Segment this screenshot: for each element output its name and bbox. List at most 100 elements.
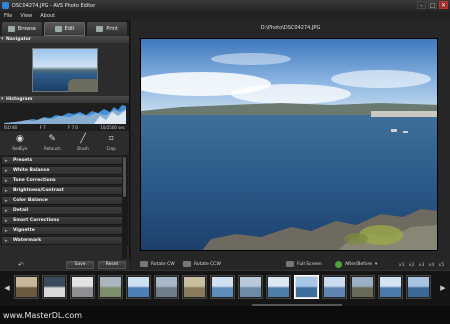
strip-right-arrow-icon[interactable]: ▶ xyxy=(439,284,447,292)
thumbnail-image xyxy=(16,277,37,297)
photo-image xyxy=(141,39,437,250)
effect-watermark[interactable]: Watermark xyxy=(1,236,128,245)
histogram-header[interactable]: Histogram xyxy=(0,96,129,103)
tool-redeye[interactable]: ◉ RedEye xyxy=(12,134,28,152)
filmstrip-thumbnail[interactable] xyxy=(154,275,179,299)
tool-brush-label: Brush xyxy=(77,146,89,151)
photo-canvas[interactable] xyxy=(140,38,438,251)
filmstrip-thumbnail[interactable] xyxy=(98,275,123,299)
rotate-cw-button[interactable]: Rotate CW xyxy=(140,261,175,267)
thumbnail-image xyxy=(268,277,289,297)
tab-edit-label: Edit xyxy=(64,26,75,32)
thumbnail-image xyxy=(100,277,121,297)
minimize-button[interactable]: – xyxy=(417,1,426,9)
save-button[interactable]: Save xyxy=(66,260,94,269)
reset-button[interactable]: Reset xyxy=(98,260,126,269)
maximize-button[interactable]: □ xyxy=(428,1,437,9)
left-bottom-bar: ↶ Save Reset xyxy=(0,259,130,270)
menu-view[interactable]: View xyxy=(20,13,32,19)
zoom-5[interactable]: ×5 xyxy=(438,262,444,267)
filmstrip-thumbnail[interactable] xyxy=(210,275,235,299)
zoom-controls: ×1 ×2 ×3 ×4 ×5 xyxy=(398,262,444,267)
menu-file[interactable]: File xyxy=(4,13,12,19)
tool-brush[interactable]: ╱ Brush xyxy=(77,135,89,152)
strip-left-arrow-icon[interactable]: ◀ xyxy=(3,284,11,292)
thumbnail-image xyxy=(212,277,233,297)
tool-crop[interactable]: ⌗ Crop xyxy=(106,134,117,152)
exif-aperture: F 7.0 xyxy=(68,125,78,130)
exif-focal: F 7 xyxy=(39,125,46,130)
thumbnail-image xyxy=(128,277,149,297)
mode-tabs: Browse Edit Print xyxy=(0,20,129,36)
menu-about[interactable]: About xyxy=(40,13,55,19)
after-before-icon xyxy=(335,260,342,268)
tool-redeye-label: RedEye xyxy=(12,146,28,151)
menu-bar: File View About xyxy=(0,11,450,20)
tools-bar: ◉ RedEye ✎ Retouch ╱ Brush ⌗ Crop xyxy=(0,131,129,155)
tab-browse[interactable]: Browse xyxy=(2,22,42,36)
thumbnail-image xyxy=(240,277,261,297)
window-title: DSC04274.JPG - AVS Photo Editor xyxy=(12,2,96,9)
tool-crop-label: Crop xyxy=(106,146,116,151)
filmstrip-thumbnail[interactable] xyxy=(294,275,319,299)
edit-icon xyxy=(54,26,62,32)
after-before-label: After/Before xyxy=(345,261,373,267)
zoom-4[interactable]: ×4 xyxy=(428,262,434,267)
filmstrip-thumbnail[interactable] xyxy=(406,275,431,299)
filmstrip-thumbnail[interactable] xyxy=(42,275,67,299)
effect-detail[interactable]: Detail xyxy=(1,206,128,215)
main-viewport: D:\Photo\DSC04274.JPG Rotate CW Rotate C… xyxy=(131,20,450,270)
zoom-1[interactable]: ×1 xyxy=(398,262,404,267)
thumbnail-image xyxy=(408,277,429,297)
effect-smart-corrections[interactable]: Smart Corrections xyxy=(1,216,128,225)
view-toolbar: Rotate CW Rotate CCW Full Screen After/B… xyxy=(131,258,450,270)
filmstrip-thumbnail[interactable] xyxy=(350,275,375,299)
thumbnail-image xyxy=(184,277,205,297)
filmstrip-thumbnail[interactable] xyxy=(126,275,151,299)
rotate-cw-icon xyxy=(140,261,148,267)
rotate-ccw-button[interactable]: Rotate CCW xyxy=(183,261,221,267)
tool-retouch-label: Retouch xyxy=(44,146,61,151)
chevron-down-icon: ▾ xyxy=(375,261,378,267)
printer-icon xyxy=(96,26,104,32)
eye-icon: ◉ xyxy=(15,134,24,144)
zoom-2[interactable]: ×2 xyxy=(408,262,414,267)
close-button[interactable]: ✕ xyxy=(439,1,448,9)
left-panel: Browse Edit Print Navigator Histogram IS… xyxy=(0,20,130,270)
full-screen-icon xyxy=(286,261,294,267)
filmstrip-thumbnail[interactable] xyxy=(266,275,291,299)
effect-white-balance[interactable]: White Balance xyxy=(1,166,128,175)
status-bar: www.MasterDL.com xyxy=(0,306,450,324)
after-before-button[interactable]: After/Before ▾ xyxy=(335,260,378,268)
tab-edit[interactable]: Edit xyxy=(43,22,86,36)
effect-color-balance[interactable]: Color Balance xyxy=(1,196,128,205)
filmstrip-thumbnail[interactable] xyxy=(378,275,403,299)
rotate-ccw-icon xyxy=(183,261,191,267)
navigator-thumbnail[interactable] xyxy=(31,47,98,92)
zoom-3[interactable]: ×3 xyxy=(418,262,424,267)
filmstrip-thumbnail[interactable] xyxy=(70,275,95,299)
filmstrip-thumbnail[interactable] xyxy=(322,275,347,299)
effects-scrollbar[interactable] xyxy=(122,155,127,259)
effects-list: Presets White Balance Tone Corrections B… xyxy=(0,155,129,245)
tool-retouch[interactable]: ✎ Retouch xyxy=(44,135,61,152)
thumbnail-image xyxy=(156,277,177,297)
app-logo-icon xyxy=(2,2,9,9)
crop-icon: ⌗ xyxy=(108,134,114,144)
full-screen-button[interactable]: Full Screen xyxy=(286,261,322,267)
filmstrip-thumbnail[interactable] xyxy=(238,275,263,299)
tab-browse-label: Browse xyxy=(17,26,36,32)
effect-tone-corrections[interactable]: Tone Corrections xyxy=(1,176,128,185)
tab-print[interactable]: Print xyxy=(87,22,128,36)
navigator-header[interactable]: Navigator xyxy=(0,36,129,43)
effect-presets[interactable]: Presets xyxy=(1,156,128,165)
undo-icon[interactable]: ↶ xyxy=(18,261,24,269)
filmstrip-thumbnail[interactable] xyxy=(14,275,39,299)
exif-iso: ISO 80 xyxy=(4,125,18,130)
effect-brightness-contrast[interactable]: Brightness/Contrast xyxy=(1,186,128,195)
effect-vignette[interactable]: Vignette xyxy=(1,226,128,235)
navigator-panel xyxy=(0,43,129,96)
filmstrip-thumbnail[interactable] xyxy=(182,275,207,299)
tab-print-label: Print xyxy=(106,26,118,32)
full-screen-label: Full Screen xyxy=(297,261,322,267)
